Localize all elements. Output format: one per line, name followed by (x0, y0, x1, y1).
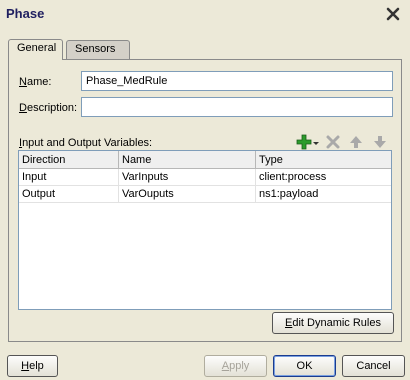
phase-dialog: Phase General Sensors Name: Phase_MedRul… (0, 0, 410, 380)
cancel-button[interactable]: Cancel (342, 355, 405, 377)
edit-dynamic-rules-label: Edit Dynamic Rules (285, 317, 381, 329)
add-icon[interactable] (295, 133, 313, 151)
help-label: Help (21, 360, 44, 372)
move-down-icon (371, 133, 389, 151)
tab-general[interactable]: General (8, 39, 63, 60)
tab-sensors-label: Sensors (75, 43, 116, 55)
general-panel: Name: Phase_MedRule Description: Input a… (8, 59, 402, 342)
dialog-title: Phase (6, 6, 45, 21)
column-header-name[interactable]: Name (119, 151, 256, 169)
table-header: Direction Name Type (19, 151, 391, 169)
column-header-direction[interactable]: Direction (19, 151, 119, 169)
ok-button[interactable]: OK (273, 355, 336, 377)
variables-label: Input and Output Variables: (19, 137, 153, 149)
table-cell-direction: Input (19, 169, 119, 186)
table-row[interactable]: Output VarOuputs ns1:payload (19, 186, 391, 203)
table-cell-name: VarOuputs (119, 186, 256, 203)
move-up-icon (347, 133, 365, 151)
description-label: Description: (19, 102, 78, 114)
ok-label: OK (296, 360, 313, 372)
add-dropdown-icon[interactable] (312, 133, 320, 151)
tab-sensors[interactable]: Sensors (66, 40, 130, 59)
cancel-label: Cancel (356, 360, 391, 372)
table-row[interactable]: Input VarInputs client:process (19, 169, 391, 186)
table-cell-type: client:process (259, 171, 327, 183)
edit-dynamic-rules-button[interactable]: Edit Dynamic Rules (272, 312, 394, 334)
close-icon[interactable] (384, 5, 402, 23)
table-cell-direction: Output (19, 186, 119, 203)
column-header-type[interactable]: Type (256, 151, 391, 169)
name-label: Name: (19, 76, 52, 88)
tab-general-label: General (17, 42, 57, 54)
apply-button: Apply (204, 355, 267, 377)
name-label-rest: ame: (26, 76, 52, 88)
apply-label: Apply (221, 360, 250, 372)
title-bar: Phase (0, 0, 410, 28)
variables-label-rest: nput and Output Variables: (22, 137, 153, 149)
name-field[interactable]: Phase_MedRule (81, 71, 393, 91)
description-field[interactable] (81, 97, 393, 117)
delete-icon (324, 133, 342, 151)
table-cell-type: ns1:payload (259, 188, 319, 200)
description-label-rest: escription: (26, 102, 78, 114)
help-button[interactable]: Help (7, 355, 58, 377)
variables-table[interactable]: Direction Name Type Input VarInputs clie… (18, 150, 392, 310)
table-cell-name: VarInputs (119, 169, 256, 186)
